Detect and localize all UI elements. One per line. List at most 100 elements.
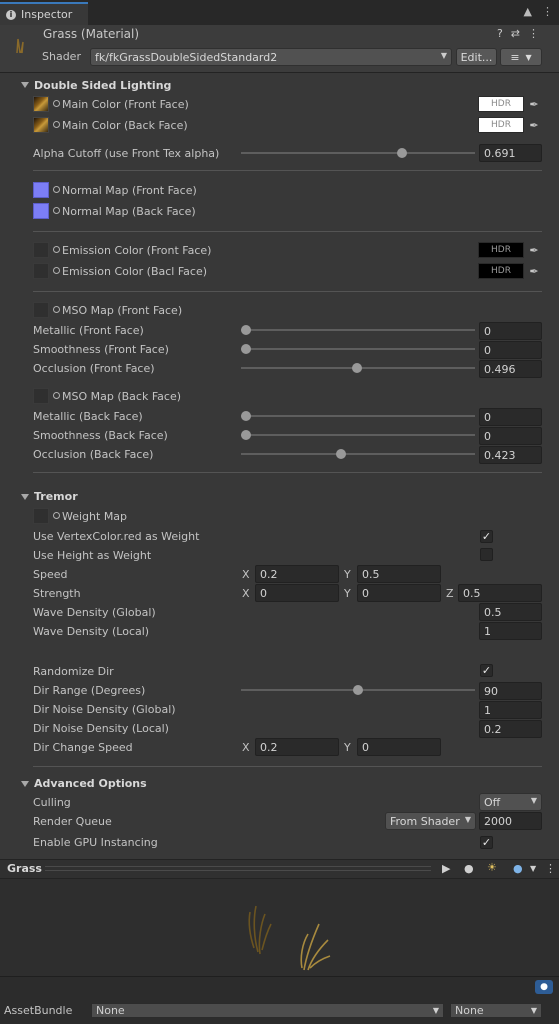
smoothness-back-slider[interactable] [241, 434, 475, 436]
texture-picker-icon[interactable] [53, 186, 60, 193]
smoothness-front-knob[interactable] [241, 344, 251, 354]
smoothness-front-field[interactable]: 0 [479, 341, 542, 359]
shader-options-button[interactable]: ≡ ▼ [500, 48, 542, 66]
eyedropper-icon[interactable]: ✒ [527, 118, 541, 132]
emission-back-swatch[interactable]: HDR [478, 263, 524, 279]
help-icon[interactable]: ? [497, 27, 503, 40]
eyedropper-icon[interactable]: ✒ [527, 264, 541, 278]
divider [33, 291, 542, 292]
texture-slot-normal-front[interactable] [33, 182, 49, 198]
render-queue-field[interactable]: 2000 [479, 812, 542, 830]
alpha-cutoff-slider[interactable] [241, 152, 475, 154]
strength-y-field[interactable]: 0 [357, 584, 441, 602]
occlusion-front-field[interactable]: 0.496 [479, 360, 542, 378]
alpha-cutoff-knob[interactable] [397, 148, 407, 158]
emission-front-swatch[interactable]: HDR [478, 242, 524, 258]
menu-icon[interactable]: ⋮ [542, 5, 553, 18]
asset-bundle-variant-dropdown[interactable]: None ▼ [450, 1003, 542, 1018]
lock-icon[interactable]: ▲ [524, 5, 532, 18]
texture-slot-weight-map[interactable] [33, 508, 49, 524]
metallic-front-knob[interactable] [241, 325, 251, 335]
shader-label: Shader [42, 50, 81, 63]
section-advanced[interactable]: Advanced Options [34, 777, 147, 790]
alpha-cutoff-field[interactable]: 0.691 [479, 144, 542, 162]
occlusion-back-field[interactable]: 0.423 [479, 446, 542, 464]
texture-picker-icon[interactable] [53, 207, 60, 214]
foldout-arrow-icon[interactable] [21, 494, 29, 500]
speed-x-field[interactable]: 0.2 [255, 565, 339, 583]
occlusion-back-knob[interactable] [336, 449, 346, 459]
texture-slot-mso-front[interactable] [33, 302, 49, 318]
texture-slot-mso-back[interactable] [33, 388, 49, 404]
smoothness-back-knob[interactable] [241, 430, 251, 440]
wave-local-field[interactable]: 1 [479, 622, 542, 640]
foldout-arrow-icon[interactable] [21, 82, 29, 88]
metallic-front-slider[interactable] [241, 329, 475, 331]
texture-slot-emission-front[interactable] [33, 242, 49, 258]
context-menu-icon[interactable]: ⋮ [528, 27, 539, 40]
use-height-checkbox[interactable] [480, 548, 493, 561]
randomize-dir-checkbox[interactable]: ✓ [480, 664, 493, 677]
edit-shader-button[interactable]: Edit... [456, 48, 497, 66]
texture-picker-icon[interactable] [53, 121, 60, 128]
smoothness-front-slider[interactable] [241, 348, 475, 350]
texture-slot-main-front[interactable] [33, 96, 49, 112]
tag-icon[interactable]: ● [535, 980, 553, 994]
render-queue-label: Render Queue [33, 815, 112, 828]
culling-dropdown[interactable]: Off ▼ [479, 793, 542, 811]
emission-front-label: Emission Color (Front Face) [62, 244, 212, 257]
strength-z-field[interactable]: 0.5 [458, 584, 542, 602]
skybox-icon[interactable]: ● [513, 862, 523, 875]
light-toggle-icon[interactable]: ☀ [487, 861, 497, 874]
chevron-down-icon: ▼ [432, 1006, 439, 1015]
dir-change-x-field[interactable]: 0.2 [255, 738, 339, 756]
metallic-back-field[interactable]: 0 [479, 408, 542, 426]
render-queue-dropdown[interactable]: From Shader ▼ [385, 812, 476, 830]
chevron-down-icon[interactable]: ▼ [530, 864, 536, 873]
dir-range-field[interactable]: 90 [479, 682, 542, 700]
strength-x-field[interactable]: 0 [255, 584, 339, 602]
dir-noise-global-field[interactable]: 1 [479, 701, 542, 719]
wave-global-field[interactable]: 0.5 [479, 603, 542, 621]
smoothness-back-field[interactable]: 0 [479, 427, 542, 445]
foldout-arrow-icon[interactable] [21, 781, 29, 787]
play-icon[interactable]: ▶ [442, 862, 450, 875]
section-tremor[interactable]: Tremor [34, 490, 78, 503]
dir-noise-local-field[interactable]: 0.2 [479, 720, 542, 738]
dir-noise-global-label: Dir Noise Density (Global) [33, 703, 176, 716]
metallic-front-field[interactable]: 0 [479, 322, 542, 340]
shader-dropdown[interactable]: fk/fkGrassDoubleSidedStandard2 ▼ [90, 48, 452, 66]
preset-icon[interactable]: ⇄ [511, 27, 520, 40]
dir-range-label: Dir Range (Degrees) [33, 684, 146, 697]
dir-range-knob[interactable] [353, 685, 363, 695]
texture-picker-icon[interactable] [53, 392, 60, 399]
tab-inspector[interactable]: i Inspector [0, 2, 88, 25]
eyedropper-icon[interactable]: ✒ [527, 97, 541, 111]
occlusion-back-slider[interactable] [241, 453, 475, 455]
eyedropper-icon[interactable]: ✒ [527, 243, 541, 257]
occlusion-front-knob[interactable] [352, 363, 362, 373]
texture-slot-emission-back[interactable] [33, 263, 49, 279]
texture-picker-icon[interactable] [53, 512, 60, 519]
metallic-back-knob[interactable] [241, 411, 251, 421]
gpu-instancing-checkbox[interactable]: ✓ [480, 836, 493, 849]
section-double-sided[interactable]: Double Sided Lighting [34, 79, 171, 92]
context-menu-icon[interactable]: ⋮ [545, 862, 556, 875]
texture-picker-icon[interactable] [53, 246, 60, 253]
texture-picker-icon[interactable] [53, 100, 60, 107]
main-color-front-swatch[interactable]: HDR [478, 96, 524, 112]
asset-bundle-name-dropdown[interactable]: None ▼ [91, 1003, 444, 1018]
texture-slot-main-back[interactable] [33, 117, 49, 133]
main-color-back-swatch[interactable]: HDR [478, 117, 524, 133]
material-title: Grass (Material) [43, 27, 140, 41]
texture-slot-normal-back[interactable] [33, 203, 49, 219]
use-vertex-color-checkbox[interactable]: ✓ [480, 530, 493, 543]
metallic-back-slider[interactable] [241, 415, 475, 417]
speed-y-field[interactable]: 0.5 [357, 565, 441, 583]
texture-picker-icon[interactable] [53, 306, 60, 313]
tab-label: Inspector [21, 8, 73, 21]
dir-change-y-field[interactable]: 0 [357, 738, 441, 756]
sphere-mesh-icon[interactable]: ● [464, 862, 474, 875]
preview-drag-handle[interactable] [45, 866, 431, 871]
texture-picker-icon[interactable] [53, 267, 60, 274]
